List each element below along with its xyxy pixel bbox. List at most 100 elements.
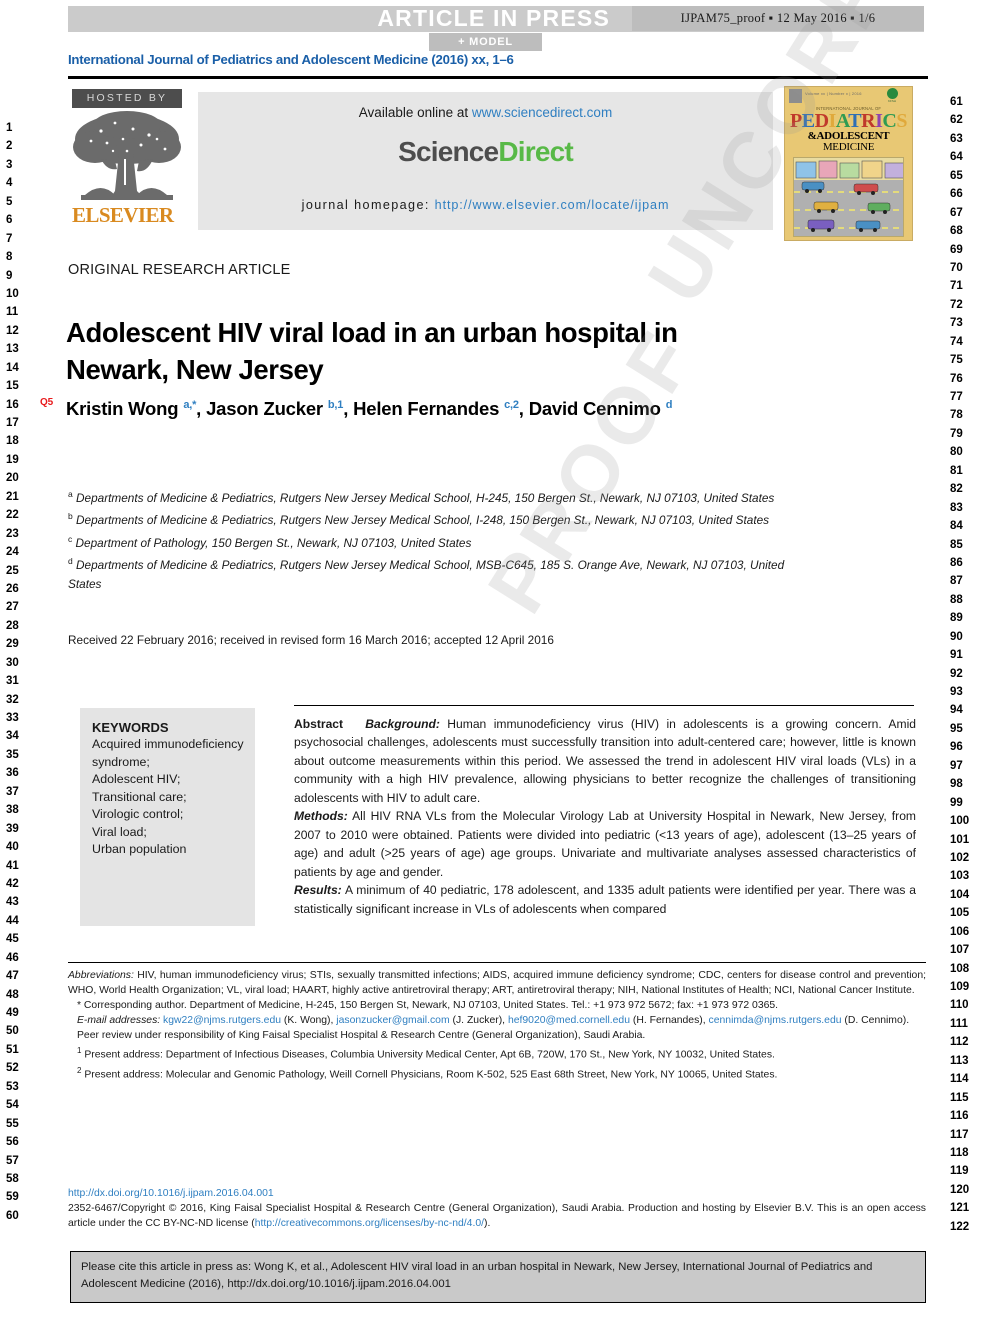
sciencedirect-panel: Available online at www.sciencedirect.co… bbox=[198, 92, 773, 230]
proof-id-label: IJPAM75_proof ▪ 12 May 2016 ▪ 1/6 bbox=[632, 6, 924, 31]
line-number: 64 bbox=[950, 151, 963, 164]
abstract-section-heading: Background: bbox=[365, 717, 440, 731]
line-number: 105 bbox=[950, 907, 970, 920]
keyword-item: Acquired immunodeficiency syndrome; bbox=[92, 737, 244, 769]
sciencedirect-logo-science: Science bbox=[398, 136, 499, 167]
doi-copyright-block: http://dx.doi.org/10.1016/j.ijpam.2016.0… bbox=[68, 1186, 926, 1231]
line-number: 18 bbox=[6, 435, 19, 448]
line-number: 56 bbox=[6, 1136, 19, 1149]
corresponding-author-note: * Corresponding author. Department of Me… bbox=[77, 1000, 779, 1012]
line-number: 58 bbox=[6, 1172, 19, 1185]
line-number: 47 bbox=[6, 970, 19, 983]
sciencedirect-logo: ScienceDirect bbox=[198, 136, 773, 168]
available-online-prefix: Available online at bbox=[358, 105, 472, 120]
article-in-press-label: ARTICLE IN PRESS bbox=[377, 5, 610, 31]
cover-topbar: Volume xx | Number x | 2016 KFSH bbox=[785, 87, 912, 105]
line-number: 80 bbox=[950, 446, 963, 459]
line-number: 122 bbox=[950, 1220, 970, 1233]
line-number: 114 bbox=[950, 1073, 969, 1086]
journal-cover-thumbnail[interactable]: Volume xx | Number x | 2016 KFSH INTERNA… bbox=[784, 86, 913, 241]
line-number: 37 bbox=[6, 785, 19, 798]
line-number: 72 bbox=[950, 298, 963, 311]
affiliation-item: c Department of Pathology, 150 Bergen St… bbox=[68, 533, 472, 550]
line-number: 70 bbox=[950, 261, 963, 274]
hosted-by-label: HOSTED BY bbox=[72, 89, 182, 108]
sciencedirect-banner: HOSTED BY ELSEVIER Available online at w… bbox=[68, 86, 928, 241]
license-link[interactable]: http://creativecommons.org/licenses/by-n… bbox=[255, 1218, 484, 1229]
author-affiliation-marks[interactable]: b,1 bbox=[328, 399, 344, 411]
affiliation-item: d Departments of Medicine & Pediatrics, … bbox=[68, 556, 785, 591]
query-marker-q5[interactable]: Q5 bbox=[40, 397, 53, 408]
line-number: 117 bbox=[950, 1128, 969, 1141]
line-number: 63 bbox=[950, 132, 963, 145]
author-affiliation-marks[interactable]: d bbox=[666, 399, 673, 411]
available-online-line: Available online at www.sciencedirect.co… bbox=[198, 92, 773, 120]
line-number: 101 bbox=[950, 833, 970, 846]
line-number: 111 bbox=[950, 1017, 968, 1030]
line-number: 94 bbox=[950, 704, 963, 717]
line-number: 81 bbox=[950, 464, 963, 477]
line-number: 120 bbox=[950, 1183, 970, 1196]
email-link[interactable]: cennimda@njms.rutgers.edu bbox=[709, 1015, 842, 1026]
line-number: 41 bbox=[6, 859, 19, 872]
author-affiliation-marks[interactable]: a,* bbox=[183, 399, 196, 411]
keywords-heading: KEYWORDS bbox=[92, 720, 169, 735]
line-number: 45 bbox=[6, 933, 19, 946]
present-address-mark-1: 1 bbox=[77, 1046, 82, 1056]
line-number: 52 bbox=[6, 1062, 19, 1075]
author-affiliation-marks[interactable]: c,2 bbox=[504, 399, 519, 411]
keyword-item: Viral load; bbox=[92, 824, 147, 839]
line-number: 76 bbox=[950, 372, 963, 385]
line-number: 62 bbox=[950, 114, 963, 127]
line-number: 55 bbox=[6, 1117, 19, 1130]
copyright-paragraph: 2352-6467/Copyright © 2016, King Faisal … bbox=[68, 1203, 926, 1230]
author-name: Kristin Wong a,* bbox=[66, 398, 197, 420]
article-type-kicker: ORIGINAL RESEARCH ARTICLE bbox=[68, 262, 291, 278]
line-number: 51 bbox=[6, 1043, 19, 1056]
line-number: 28 bbox=[6, 619, 19, 632]
line-number: 6 bbox=[6, 214, 13, 227]
line-number: 19 bbox=[6, 453, 19, 466]
line-number: 34 bbox=[6, 730, 19, 743]
journal-homepage-label: journal homepage: bbox=[301, 198, 435, 212]
line-number: 79 bbox=[950, 427, 963, 440]
page-title: Adolescent HIV viral load in an urban ho… bbox=[66, 317, 678, 386]
email-link[interactable]: hef9020@med.cornell.edu bbox=[508, 1015, 630, 1026]
line-number: 91 bbox=[950, 649, 963, 662]
line-number: 109 bbox=[950, 981, 970, 993]
email-addresses-paragraph: E-mail addresses: kgw22@njms.rutgers.edu… bbox=[77, 1015, 910, 1027]
line-number: 61 bbox=[950, 96, 963, 108]
line-number: 49 bbox=[6, 1007, 19, 1019]
line-number: 36 bbox=[6, 767, 19, 780]
line-number: 69 bbox=[950, 243, 963, 256]
line-number: 43 bbox=[6, 896, 19, 909]
line-number: 75 bbox=[950, 354, 963, 367]
line-number: 44 bbox=[6, 914, 19, 927]
line-number: 57 bbox=[6, 1154, 19, 1167]
line-number: 42 bbox=[6, 877, 19, 890]
cover-title-pediatrics: PEDIATRICS bbox=[790, 110, 907, 132]
line-number: 13 bbox=[6, 343, 19, 356]
present-address-mark-2: 2 bbox=[77, 1066, 82, 1076]
line-number: 53 bbox=[6, 1080, 19, 1093]
line-number: 106 bbox=[950, 925, 970, 938]
email-link[interactable]: jasonzucker@gmail.com bbox=[336, 1015, 449, 1026]
line-number: 15 bbox=[6, 380, 19, 393]
keyword-item: Virologic control; bbox=[92, 807, 184, 821]
doi-link[interactable]: http://dx.doi.org/10.1016/j.ijpam.2016.0… bbox=[68, 1188, 274, 1199]
cover-elsevier-icon bbox=[789, 89, 802, 103]
author-name: Helen Fernandes c,2 bbox=[353, 398, 519, 420]
sciencedirect-url-link[interactable]: www.sciencedirect.com bbox=[472, 105, 612, 120]
journal-homepage-link[interactable]: http://www.elsevier.com/locate/ijpam bbox=[435, 198, 670, 212]
line-number: 102 bbox=[950, 851, 970, 864]
line-number: 33 bbox=[6, 712, 19, 724]
email-link[interactable]: kgw22@njms.rutgers.edu bbox=[163, 1015, 281, 1026]
abbreviations-paragraph: Abbreviations: HIV, human immunodeficien… bbox=[68, 970, 926, 997]
footnotes-block: Abbreviations: HIV, human immunodeficien… bbox=[68, 968, 926, 1083]
abbreviations-label: Abbreviations: bbox=[68, 970, 134, 981]
line-number: 30 bbox=[6, 656, 19, 669]
cover-divider: ▬▬▬▬▬▬▬▬▬▬▬▬ bbox=[785, 239, 912, 240]
line-number: 98 bbox=[950, 778, 963, 791]
line-number: 93 bbox=[950, 686, 963, 698]
line-numbers-right: 61 62 63 64 65 66 67 68 69 70 71 72 73 74 75 76 77 78 79 80… bbox=[950, 93, 984, 1236]
